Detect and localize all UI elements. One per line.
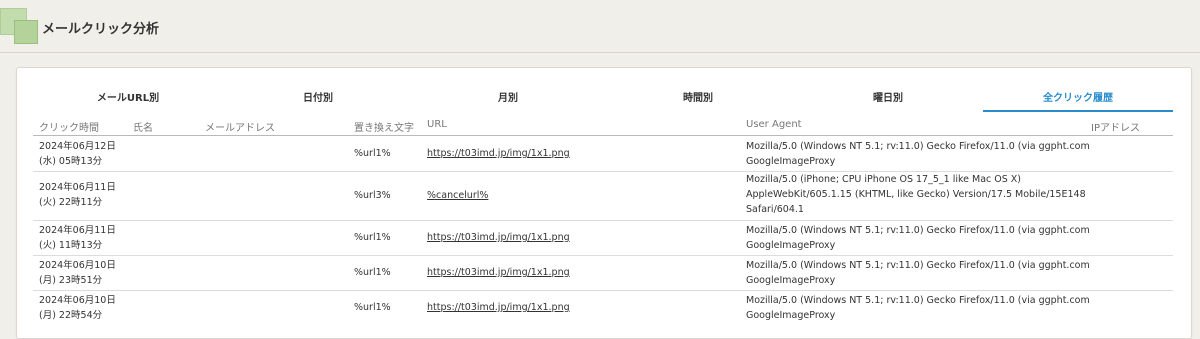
table-row-url-link[interactable]: https://t03imd.jp/img/1x1.png xyxy=(427,265,570,280)
logo-icon xyxy=(0,0,40,46)
table-row-click-time: 2024年06月12日 (水) 05時13分 xyxy=(39,141,116,167)
table-row-replace: %url3% xyxy=(354,190,391,201)
report-card: メールURL別 日付別 月別 時間別 曜日別 全クリック履歴 クリック時間 氏名… xyxy=(16,67,1192,339)
tab-month[interactable]: 月別 xyxy=(413,88,603,112)
table-row-click-time: 2024年06月11日 (火) 11時13分 xyxy=(39,225,116,251)
table-row-user-agent: Mozilla/5.0 (Windows NT 5.1; rv:11.0) Ge… xyxy=(746,295,1090,321)
tab-mail-url[interactable]: メールURL別 xyxy=(33,88,223,112)
tab-all-clicks[interactable]: 全クリック履歴 xyxy=(983,88,1173,112)
page-header: メールクリック分析 xyxy=(0,0,1200,53)
column-header-click-time: クリック時間 xyxy=(39,123,99,134)
table-row-url-link[interactable]: https://t03imd.jp/img/1x1.png xyxy=(427,230,570,245)
table-row-replace: %url1% xyxy=(354,232,391,243)
column-header-email: メールアドレス xyxy=(205,123,275,134)
page-title: メールクリック分析 xyxy=(42,22,160,37)
header-divider xyxy=(33,135,1173,136)
table-row-user-agent: Mozilla/5.0 (Windows NT 5.1; rv:11.0) Ge… xyxy=(746,260,1090,286)
table-row-replace: %url1% xyxy=(354,302,391,313)
table-row-url-link[interactable]: https://t03imd.jp/img/1x1.png xyxy=(427,146,570,161)
row-divider xyxy=(33,290,1173,291)
row-divider xyxy=(33,220,1173,221)
table-row-user-agent: Mozilla/5.0 (iPhone; CPU iPhone OS 17_5_… xyxy=(746,174,1086,215)
column-header-user-agent: User Agent xyxy=(746,119,802,130)
table-row-click-time: 2024年06月11日 (火) 22時11分 xyxy=(39,182,116,208)
column-header-replace: 置き換え文字 xyxy=(354,123,414,134)
column-header-ip: IPアドレス xyxy=(1091,123,1140,134)
tab-bar: メールURL別 日付別 月別 時間別 曜日別 全クリック履歴 xyxy=(33,88,1173,112)
tab-hour[interactable]: 時間別 xyxy=(603,88,793,112)
table-row-url-link[interactable]: %cancelurl% xyxy=(427,188,488,203)
tab-weekday[interactable]: 曜日別 xyxy=(793,88,983,112)
table-row-replace: %url1% xyxy=(354,267,391,278)
row-divider xyxy=(33,255,1173,256)
table-row-click-time: 2024年06月10日 (月) 22時54分 xyxy=(39,295,116,321)
table-row-click-time: 2024年06月10日 (月) 23時51分 xyxy=(39,260,116,286)
column-header-name: 氏名 xyxy=(133,123,153,134)
table-row-user-agent: Mozilla/5.0 (Windows NT 5.1; rv:11.0) Ge… xyxy=(746,225,1090,251)
table-row-url-link[interactable]: https://t03imd.jp/img/1x1.png xyxy=(427,300,570,315)
tab-date[interactable]: 日付別 xyxy=(223,88,413,112)
column-header-url: URL xyxy=(427,119,447,130)
table-row-replace: %url1% xyxy=(354,148,391,159)
table-row-user-agent: Mozilla/5.0 (Windows NT 5.1; rv:11.0) Ge… xyxy=(746,141,1090,167)
